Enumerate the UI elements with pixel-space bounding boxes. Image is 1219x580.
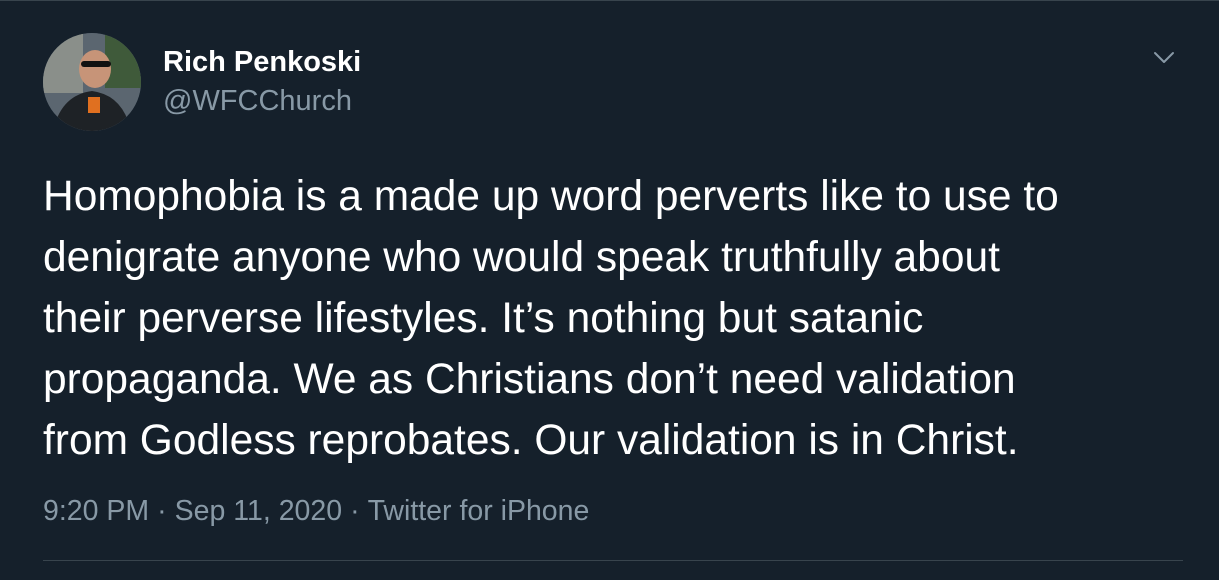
tweet-time[interactable]: 9:20 PM: [43, 495, 149, 527]
tweet-metadata: 9:20 PM · Sep 11, 2020 · Twitter for iPhone: [43, 493, 589, 529]
meta-separator: ·: [157, 495, 167, 527]
divider: [43, 560, 1183, 561]
tweet-source[interactable]: Twitter for iPhone: [368, 495, 590, 527]
chevron-down-icon: [1154, 52, 1174, 63]
author-name[interactable]: Rich Penkoski: [163, 45, 361, 79]
tweet-menu-button[interactable]: [1146, 43, 1182, 73]
author-avatar[interactable]: [43, 33, 141, 131]
author-handle[interactable]: @WFCChurch: [163, 84, 352, 118]
tweet-text: Homophobia is a made up word perverts li…: [43, 173, 1059, 464]
tweet-date[interactable]: Sep 11, 2020: [175, 495, 342, 527]
meta-separator: ·: [350, 495, 360, 527]
avatar-image: [43, 33, 141, 131]
tweet-card: Rich Penkoski @WFCChurch Homophobia is a…: [0, 0, 1219, 580]
